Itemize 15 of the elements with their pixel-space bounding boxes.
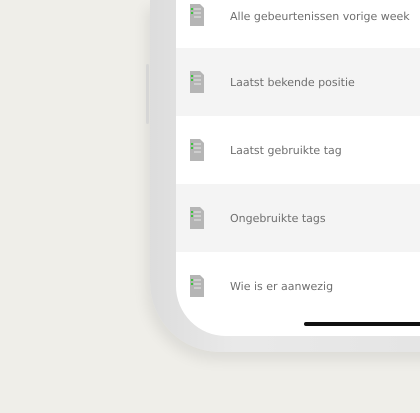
report-list-item[interactable]: Alle gebeurtenissen vorige week	[176, 0, 420, 48]
report-list-item[interactable]: Laatst bekende positie	[176, 48, 420, 116]
document-icon	[190, 207, 204, 229]
report-label: Ongebruikte tags	[230, 212, 326, 224]
document-icon	[190, 71, 204, 93]
document-icon	[190, 139, 204, 161]
report-label: Wie is er aanwezig	[230, 280, 334, 292]
report-label: Alle gebeurtenissen vorige week	[230, 10, 410, 23]
report-list-item[interactable]: Wie is er aanwezig	[176, 252, 420, 320]
report-label: Laatst gebruikte tag	[230, 144, 342, 156]
report-label: Laatst bekende positie	[230, 76, 355, 88]
report-list-item[interactable]: Laatst gebruikte tag	[176, 116, 420, 184]
document-icon	[190, 4, 204, 26]
document-icon	[190, 275, 204, 297]
report-list-item[interactable]: Ongebruikte tags	[176, 184, 420, 252]
